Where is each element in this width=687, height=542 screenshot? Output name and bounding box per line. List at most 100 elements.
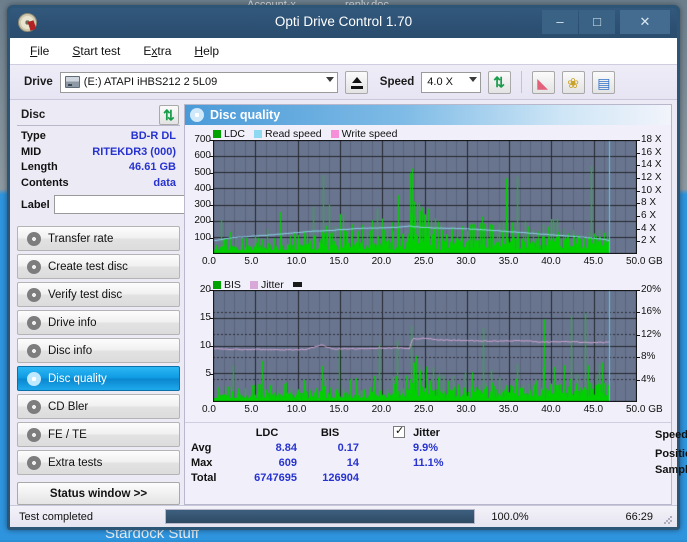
chart-xtick: 30.0	[456, 256, 476, 267]
chart-xtick: 15.0	[329, 404, 349, 415]
drive-icon	[64, 76, 80, 88]
chart-tickmark	[637, 241, 640, 242]
status-window-button[interactable]: Status window >>	[17, 482, 180, 505]
legend-swatch-write-speed	[330, 129, 339, 138]
gear-icon[interactable]: ❀	[562, 70, 586, 94]
chart-ytick-right: 10 X	[641, 184, 662, 196]
stats-right-key: Position	[655, 448, 687, 460]
chart-tickmark	[637, 380, 640, 381]
status-bar: Test completed 100.0% 66:29	[10, 505, 677, 527]
sidebar-item-label: Drive info	[48, 316, 97, 329]
disc-icon	[27, 343, 41, 358]
client-area: Drive (E:) ATAPI iHBS212 2 5L09 Speed 4.…	[10, 64, 687, 527]
chart-ytick-left: 5	[205, 368, 211, 379]
refresh-icon[interactable]: ⇅	[159, 104, 179, 125]
chart-xtick: 45.0	[583, 256, 604, 267]
menu-item-extra[interactable]: Extra	[143, 44, 171, 58]
sidebar-item-extra-tests[interactable]: Extra tests	[17, 450, 180, 475]
chart-tickmark	[637, 140, 640, 141]
sidebar-item-disc-quality[interactable]: Disc quality	[17, 366, 180, 391]
disc-panel-title: Disc	[21, 108, 46, 121]
drive-toolbar: Drive (E:) ATAPI iHBS212 2 5L09 Speed 4.…	[10, 65, 677, 100]
chart-tickmark	[637, 178, 640, 179]
chart-tickmark	[637, 335, 640, 336]
stats-header-bis: BIS	[320, 427, 340, 439]
chart-ytick-left: 200	[194, 215, 211, 227]
sidebar-item-transfer-rate[interactable]: Transfer rate	[17, 226, 180, 251]
chart-ldc-read-speed: 100 200 300 400 500 600 700 2 X4 X6 X8 X 10 X 12 …	[185, 134, 671, 277]
title-bar[interactable]: Opti Drive Control 1.70 – □ ✕	[10, 8, 677, 38]
disc-icon	[27, 427, 41, 442]
disc-info-row: MID RITEKDR3 (000)	[21, 145, 176, 161]
sidebar-item-disc-info[interactable]: Disc info	[17, 338, 180, 363]
page-title: Disc quality	[210, 108, 281, 122]
legend-label-ldc: LDC	[224, 127, 246, 140]
disc-icon	[27, 259, 41, 274]
disc-icon	[27, 399, 41, 414]
stats-cell-bis: 0.17	[337, 442, 359, 454]
sidebar-item-label: CD Bler	[48, 400, 89, 413]
chart-xtick: 5.0	[244, 256, 259, 267]
speed-select[interactable]: 4.0 X	[421, 71, 482, 93]
resize-grip[interactable]	[663, 515, 673, 525]
chart-xtick: 0.0	[202, 404, 216, 415]
chart-ytick-left: 500	[194, 166, 211, 178]
legend-label-write-speed: Write speed	[341, 127, 398, 140]
legend-swatch-bis	[213, 280, 221, 289]
stats-right-row: Position 47731 MB	[655, 448, 687, 460]
sidebar-item-create-test-disc[interactable]: Create test disc	[17, 254, 180, 279]
disc-info: Type BD-R DL MID RITEKDR3 (000) Length 4…	[17, 126, 260, 220]
chart-ytick-right: 4%	[641, 373, 656, 385]
eraser-icon[interactable]: ◣	[532, 70, 556, 94]
chevron-down-icon	[469, 76, 478, 82]
chart-tickmark	[637, 312, 640, 313]
sidebar-item-verify-test-disc[interactable]: Verify test disc	[17, 282, 180, 307]
progress-bar	[165, 509, 475, 524]
chart-ytick-right: 6 X	[641, 210, 657, 221]
jitter-checkbox[interactable]	[393, 424, 405, 439]
chart-ytick-left: 10	[199, 340, 211, 351]
stats-right-row: Samples 763086	[655, 464, 687, 476]
sidebar-item-label: Disc quality	[48, 372, 107, 385]
chart-xtick: 50.0 GB	[626, 256, 663, 267]
eject-button[interactable]	[344, 70, 368, 94]
content-header: Disc quality	[185, 105, 671, 125]
sidebar-item-cd-bler[interactable]: CD Bler	[17, 394, 180, 419]
chart-ytick-right: 12%	[641, 328, 662, 340]
speed-select-value: 4.0 X	[427, 75, 453, 88]
sidebar-item-label: Create test disc	[48, 260, 128, 273]
sidebar-item-drive-info[interactable]: Drive info	[17, 310, 180, 335]
chart-tickmark	[210, 189, 213, 190]
legend-swatch-ldc	[213, 129, 221, 138]
sidebar-item-fe-te[interactable]: FE / TE	[17, 422, 180, 447]
chart-ytick-left: 600	[194, 150, 211, 162]
close-button[interactable]: ✕	[620, 10, 670, 34]
stats-header-ldc: LDC	[255, 427, 279, 439]
chart-ytick-right: 2 X	[641, 235, 657, 247]
chart-ytick-left: 15	[199, 312, 211, 323]
stats-cell-jitter	[391, 471, 483, 486]
drive-select[interactable]: (E:) ATAPI iHBS212 2 5L09	[59, 71, 338, 93]
stats-cell-bis: 126904	[322, 472, 359, 484]
refresh-icon[interactable]: ⇅	[488, 70, 512, 94]
chart-ytick-left: 700	[194, 134, 211, 145]
stats-table: LDC BIS Jitter Avg 8.84 0.17	[189, 424, 483, 486]
chart-tickmark	[637, 290, 640, 291]
maximize-button[interactable]: □	[579, 10, 615, 34]
menu-item-file[interactable]: File	[30, 44, 49, 58]
chevron-down-icon	[325, 76, 334, 82]
save-icon[interactable]: ▤	[592, 70, 616, 94]
progress-percent: 100.0%	[491, 510, 529, 523]
disc-icon	[27, 287, 41, 302]
drive-select-value: (E:) ATAPI iHBS212 2 5L09	[83, 76, 218, 88]
minimize-button[interactable]: –	[542, 10, 578, 34]
menu-item-start-test[interactable]: Start test	[72, 44, 120, 58]
chart-xtick: 5.0	[244, 404, 259, 415]
chart-xtick: 25.0	[414, 256, 434, 267]
disc-info-value: data	[153, 176, 176, 189]
chart-xtick: 50.0 GB	[626, 404, 663, 415]
chart-tickmark	[210, 290, 213, 291]
menu-item-help[interactable]: Help	[194, 44, 219, 58]
stats-right: Speed 1.73 X Position 47731 MB Samples 7…	[655, 429, 687, 480]
chart-legend-top: LDC Read speed Write speed	[185, 127, 671, 140]
